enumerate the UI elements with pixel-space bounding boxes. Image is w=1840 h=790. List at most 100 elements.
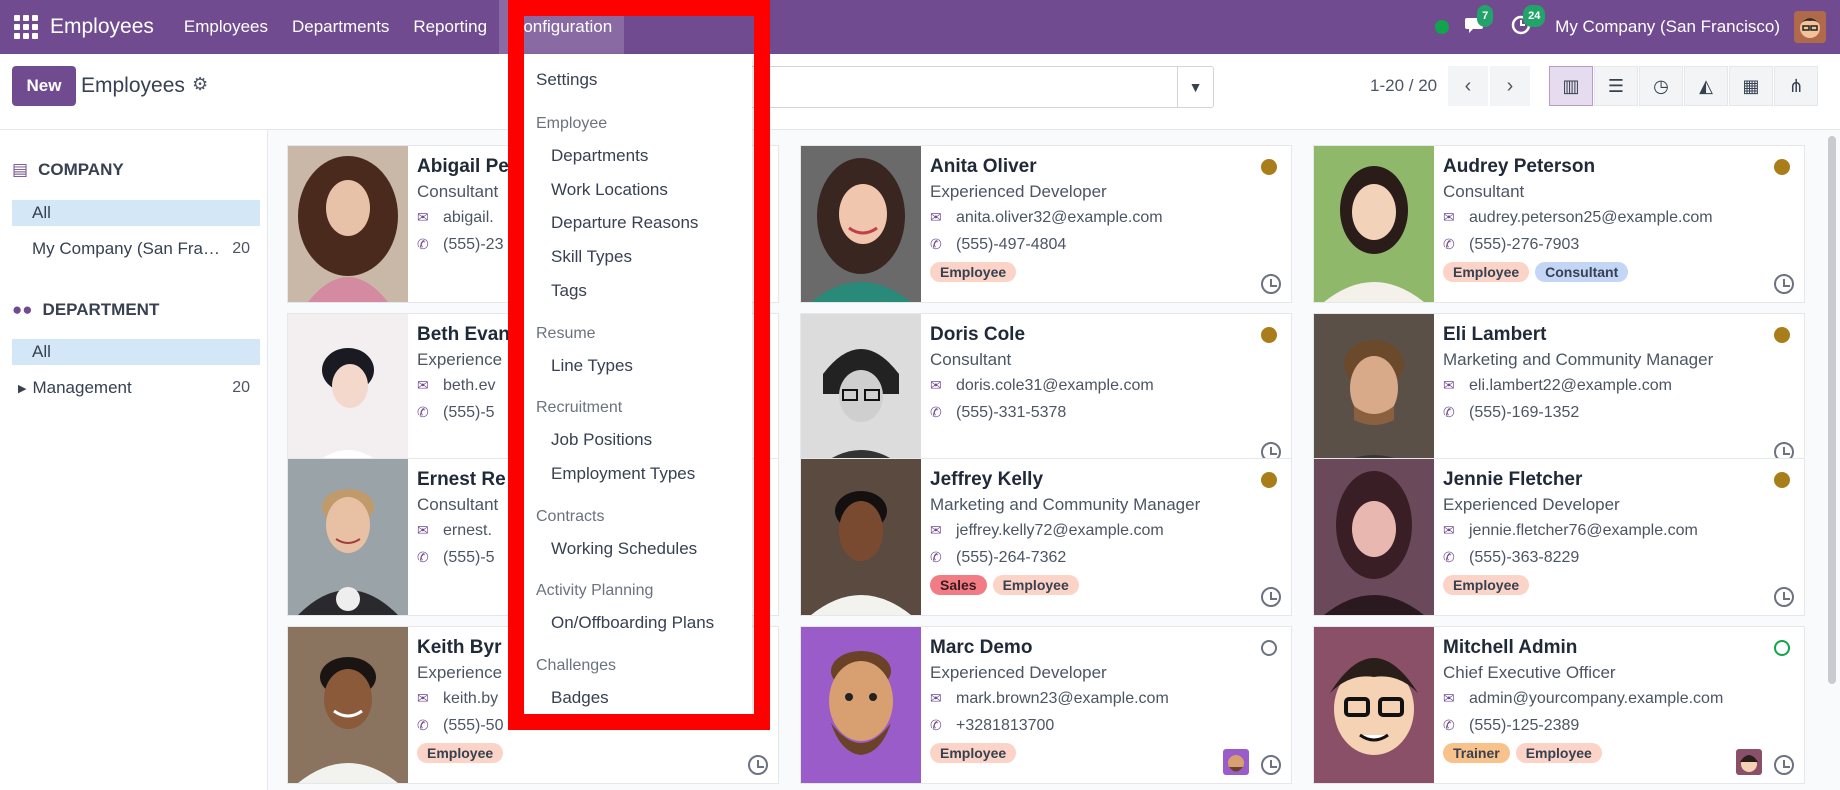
employee-phone: ✆ (555)-50 <box>417 717 504 734</box>
employee-card[interactable]: Marc Demo Experienced Developer ✉ mark.br… <box>800 626 1292 784</box>
app-grid-icon[interactable] <box>14 15 38 39</box>
envelope-icon: ✉ <box>930 522 942 538</box>
menu-item-job-positions[interactable]: Job Positions <box>551 430 652 450</box>
pager-previous-button[interactable]: ‹ <box>1448 66 1488 106</box>
menu-item-tags[interactable]: Tags <box>551 281 587 301</box>
area-chart-icon: ◭ <box>1699 75 1713 96</box>
menu-item-employment-types[interactable]: Employment Types <box>551 464 695 484</box>
employee-tags: Employee <box>930 262 1017 282</box>
filter-count: 20 <box>232 379 250 396</box>
pivot-view-button[interactable]: ▦ <box>1729 66 1773 106</box>
activities-clock-icon[interactable]: 24 <box>1511 5 1546 39</box>
list-view-button[interactable]: ☰ <box>1594 66 1638 106</box>
employee-photo <box>801 314 921 470</box>
status-away-icon <box>1261 327 1277 343</box>
tag: Sales <box>930 575 987 595</box>
employee-phone: ✆ (555)-5 <box>417 549 495 566</box>
vertical-scrollbar[interactable] <box>1828 136 1836 684</box>
employee-email: ✉ admin@yourcompany.example.com <box>1443 690 1724 707</box>
activity-view-button[interactable]: ◷ <box>1639 66 1683 106</box>
menu-reporting[interactable]: Reporting <box>401 0 499 54</box>
employee-name: Jeffrey Kelly <box>930 469 1044 490</box>
employee-job: Experience <box>417 663 503 682</box>
menu-item-onoffboarding-plans[interactable]: On/Offboarding Plans <box>551 613 714 633</box>
menu-item-settings[interactable]: Settings <box>536 70 597 90</box>
new-button[interactable]: New <box>12 66 76 106</box>
manager-avatar[interactable] <box>1223 749 1249 775</box>
menu-item-badges[interactable]: Badges <box>551 688 609 708</box>
employee-card[interactable]: Jennie Fletcher Experienced Developer ✉ j… <box>1313 458 1805 616</box>
kanban-view-button[interactable]: ▥ <box>1549 66 1593 106</box>
status-away-icon <box>1261 159 1277 175</box>
graph-view-button[interactable]: ◭ <box>1684 66 1728 106</box>
employee-tags: Employee <box>930 743 1017 763</box>
user-avatar[interactable] <box>1794 11 1826 43</box>
menu-item-skill-types[interactable]: Skill Types <box>551 247 632 267</box>
activity-clock-icon[interactable] <box>1774 755 1794 775</box>
search-input[interactable]: ▼ <box>740 66 1214 108</box>
menu-employees[interactable]: Employees <box>172 0 280 54</box>
employee-phone: ✆ (555)-169-1352 <box>1443 404 1580 421</box>
phone-icon: ✆ <box>1443 549 1455 565</box>
presence-status-icon[interactable] <box>1435 20 1450 34</box>
menu-configuration[interactable]: Configuration <box>499 0 625 54</box>
menu-item-departments[interactable]: Departments <box>551 146 648 166</box>
filter-count: 20 <box>232 240 250 257</box>
search-panel-sidebar: ▤ COMPANY All My Company (San Fra… 20 ●●… <box>0 130 268 790</box>
filter-company-all[interactable]: All <box>12 200 260 226</box>
status-away-icon <box>1774 472 1790 488</box>
employee-card[interactable]: Jeffrey Kelly Marketing and Community Ma… <box>800 458 1292 616</box>
employee-email: ✉ keith.by <box>417 690 499 707</box>
employee-card[interactable]: Mitchell Admin Chief Executive Officer ✉… <box>1313 626 1805 784</box>
activity-clock-icon[interactable] <box>1774 587 1794 607</box>
company-switcher[interactable]: My Company (San Francisco) <box>1555 17 1780 37</box>
tag: Employee <box>930 743 1017 763</box>
gear-icon[interactable]: ⚙ <box>192 74 208 95</box>
phone-icon: ✆ <box>1443 236 1455 252</box>
filter-department-all[interactable]: All <box>12 339 260 365</box>
menu-item-working-schedules[interactable]: Working Schedules <box>551 539 697 559</box>
employee-card[interactable]: Anita Oliver Experienced Developer ✉ anit… <box>800 145 1292 303</box>
tag: Employee <box>930 262 1017 282</box>
employee-card[interactable]: Doris Cole Consultant ✉ doris.cole31@exam… <box>800 313 1292 471</box>
pager-next-button[interactable]: › <box>1490 66 1530 106</box>
activity-clock-icon[interactable] <box>1774 274 1794 294</box>
hierarchy-view-button[interactable]: ⋔ <box>1774 66 1818 106</box>
activities-count-badge: 24 <box>1523 5 1546 27</box>
envelope-icon: ✉ <box>417 377 429 393</box>
employee-photo <box>288 627 408 783</box>
tag: Employee <box>1443 575 1530 595</box>
caret-down-icon: ▼ <box>1188 79 1203 95</box>
app-name[interactable]: Employees <box>50 15 154 39</box>
activity-clock-icon[interactable] <box>1261 755 1281 775</box>
employee-tags: Trainer Employee <box>1443 743 1602 763</box>
top-navbar: Employees Employees Departments Reportin… <box>0 0 1840 54</box>
menu-item-departure-reasons[interactable]: Departure Reasons <box>551 213 698 233</box>
employee-name: Marc Demo <box>930 637 1033 658</box>
activity-clock-icon[interactable] <box>1261 587 1281 607</box>
filter-department-management[interactable]: ▶ Management 20 <box>12 375 260 401</box>
employee-phone: ✆ +3281813700 <box>930 717 1055 734</box>
phone-icon: ✆ <box>930 717 942 733</box>
employee-job: Chief Executive Officer <box>1443 663 1616 682</box>
menu-item-line-types[interactable]: Line Types <box>551 356 633 376</box>
menu-item-work-locations[interactable]: Work Locations <box>551 180 668 200</box>
pager-value[interactable]: 1-20 / 20 <box>1370 76 1437 96</box>
employee-card[interactable]: Audrey Peterson Consultant ✉ audrey.peter… <box>1313 145 1805 303</box>
employee-photo <box>801 146 921 302</box>
hierarchy-icon: ⋔ <box>1788 75 1804 96</box>
filter-company-my-company[interactable]: My Company (San Fra… 20 <box>12 236 260 262</box>
messages-icon[interactable]: 7 <box>1465 5 1494 39</box>
activity-clock-icon[interactable] <box>1261 274 1281 294</box>
section-employee-heading: Employee <box>536 115 608 132</box>
employee-photo <box>288 314 408 470</box>
caret-right-icon[interactable]: ▶ <box>18 382 26 395</box>
search-options-toggle[interactable]: ▼ <box>1177 67 1213 107</box>
activity-clock-icon[interactable] <box>748 755 768 775</box>
phone-icon: ✆ <box>417 549 429 565</box>
employee-card[interactable]: Eli Lambert Marketing and Community Mana… <box>1313 313 1805 471</box>
menu-departments[interactable]: Departments <box>280 0 401 54</box>
status-away-icon <box>1774 159 1790 175</box>
employee-name: Ernest Re <box>417 469 506 490</box>
manager-avatar[interactable] <box>1736 749 1762 775</box>
